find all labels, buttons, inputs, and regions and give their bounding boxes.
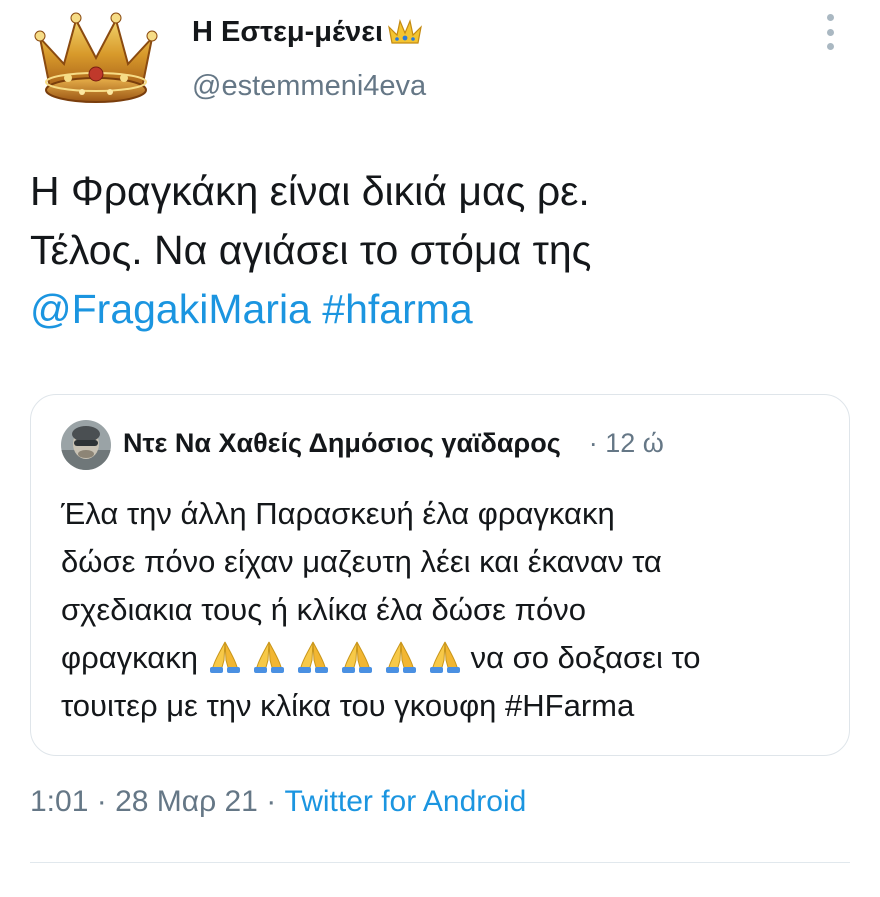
tweet-text-line: Η Φραγκάκη είναι δικιά μας ρε.: [30, 168, 590, 214]
dot: [826, 14, 834, 21]
author-handle[interactable]: @estemmeni4eva: [192, 70, 426, 103]
meta-separator: ·: [88, 785, 116, 818]
tweet: Η Εστεμ-μένει @estemmeni4eva Η Φραγκάκη …: [0, 0, 880, 897]
tweet-text-line: Τέλος. Να αγιάσει το στόμα της: [30, 227, 592, 273]
quoted-timestamp[interactable]: · 12 ώ: [589, 428, 664, 459]
user-avatar-icon[interactable]: [61, 420, 111, 470]
quoted-text-line: δώσε πόνο είχαν μαζευτη λέει και έκαναν …: [61, 544, 662, 579]
quoted-text: Έλα την άλλη Παρασκευή έλα φραγκακη δώσε…: [61, 490, 831, 730]
tweet-meta: 1:01 · 28 Μαρ 21 · Twitter for Android: [30, 785, 526, 819]
meta-separator: ·: [257, 785, 285, 818]
divider: [30, 862, 850, 863]
hashtag-link[interactable]: #hfarma: [322, 286, 472, 332]
folded-hands-icon: [427, 640, 463, 674]
quoted-text-fragment: να σο δοξασει το: [470, 640, 701, 675]
tweet-text-line: @FragakiMaria #hfarma: [30, 280, 850, 339]
quoted-text-line: σχεδιακια τους ή κλίκα έλα δώσε πόνο: [61, 592, 586, 627]
tweet-text: Η Φραγκάκη είναι δικιά μας ρε. Τέλος. Να…: [30, 162, 850, 339]
crown-emoji-icon: [387, 17, 423, 47]
tweet-date[interactable]: 28 Μαρ 21: [115, 785, 258, 818]
folded-hands-icon: [383, 640, 419, 674]
folded-hands-icon: [207, 640, 243, 674]
quoted-text-line: φραγκακη να σο δοξασει το: [61, 634, 831, 682]
dot: [826, 28, 834, 36]
more-vertical-icon[interactable]: [818, 12, 842, 52]
folded-hands-icon: [339, 640, 375, 674]
folded-hands-icon: [295, 640, 331, 674]
quoted-text-line: Έλα την άλλη Παρασκευή έλα φραγκακη: [61, 496, 615, 531]
author-name-row[interactable]: Η Εστεμ-μένει: [192, 10, 423, 54]
tweet-time[interactable]: 1:01: [30, 785, 88, 818]
tweet-source-link[interactable]: Twitter for Android: [285, 785, 527, 818]
folded-hands-emoji-group: [207, 640, 471, 675]
dot: [826, 43, 834, 50]
author-display-name[interactable]: Η Εστεμ-μένει: [192, 16, 383, 49]
quoted-text-fragment: φραγκακη: [61, 640, 207, 675]
folded-hands-icon: [251, 640, 287, 674]
quoted-tweet-card[interactable]: Ντε Να Χαθείς Δημόσιος γαϊδαρος · 12 ώ Έ…: [30, 394, 850, 756]
mention-link[interactable]: @FragakiMaria: [30, 286, 311, 332]
crown-icon[interactable]: [30, 2, 162, 110]
quoted-author-name[interactable]: Ντε Να Χαθείς Δημόσιος γαϊδαρος: [123, 428, 561, 459]
quoted-header: Ντε Να Χαθείς Δημόσιος γαϊδαρος · 12 ώ: [123, 423, 827, 463]
quoted-text-line: τουιτερ με την κλίκα του γκουφη #HFarma: [61, 688, 635, 723]
